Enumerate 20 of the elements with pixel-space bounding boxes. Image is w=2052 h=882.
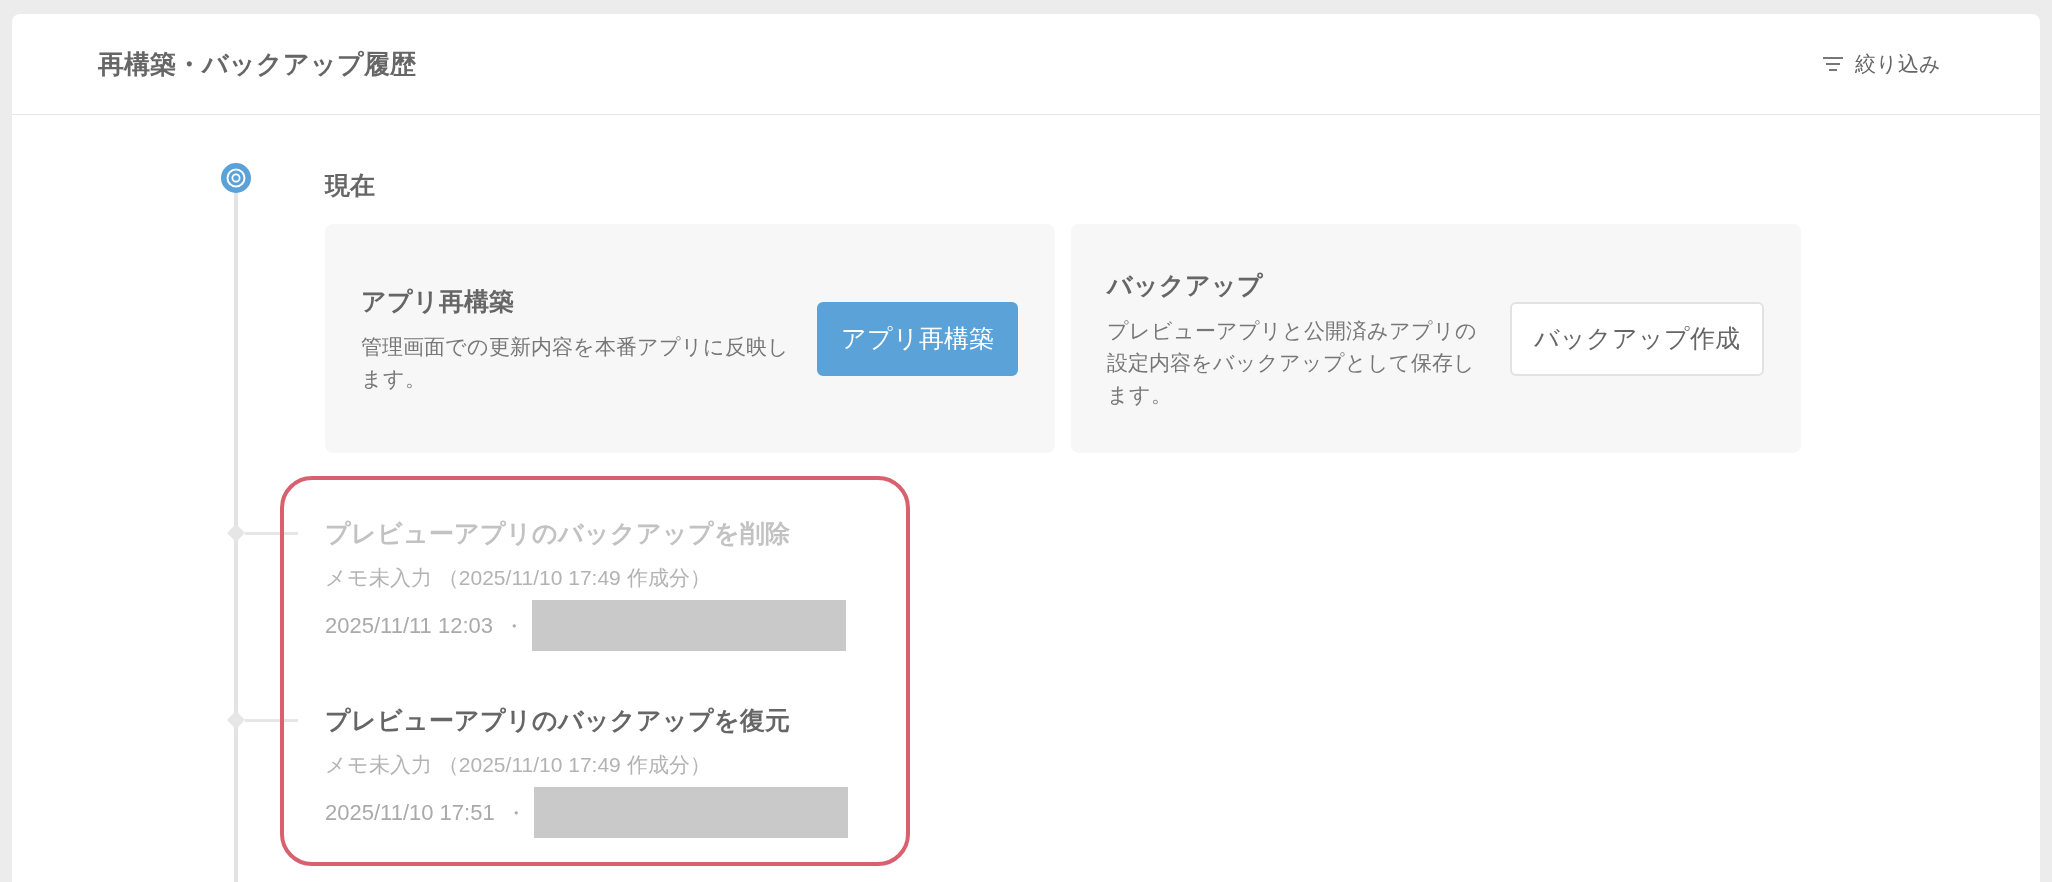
card-title: バックアップ [1107, 269, 1264, 301]
panel-title: 再構築・バックアップ履歴 [98, 48, 416, 81]
history-title: プレビューアプリのバックアップを削除 [325, 518, 791, 549]
separator-dot: ・ [505, 800, 526, 826]
filter-icon [1823, 57, 1843, 71]
card-description: 管理画面での更新内容を本番アプリに反映します。 [361, 333, 790, 392]
current-node-icon [221, 163, 251, 193]
separator-dot: ・ [504, 613, 524, 639]
history-title: プレビューアプリのバックアップを復元 [325, 705, 791, 736]
action-button[interactable]: バックアップ作成 [1510, 301, 1764, 376]
memo-text: メモ未入力 （2025/11/10 17:49 作成分） [325, 565, 712, 591]
card-description: プレビューアプリと公開済みアプリの設定内容をバックアップとして保存します。 [1107, 317, 1478, 408]
timestamp: 2025/11/10 17:51 [325, 798, 495, 827]
timeline-node-icon [227, 524, 245, 542]
timestamp: 2025/11/11 12:03 [325, 611, 493, 640]
timeline-node-icon [227, 711, 245, 729]
filter-button[interactable]: 絞り込み [1823, 49, 1941, 79]
card-title: アプリ再構築 [361, 285, 515, 317]
current-label: 現在 [325, 170, 376, 201]
memo-text: メモ未入力 （2025/11/10 17:49 作成分） [325, 752, 712, 778]
